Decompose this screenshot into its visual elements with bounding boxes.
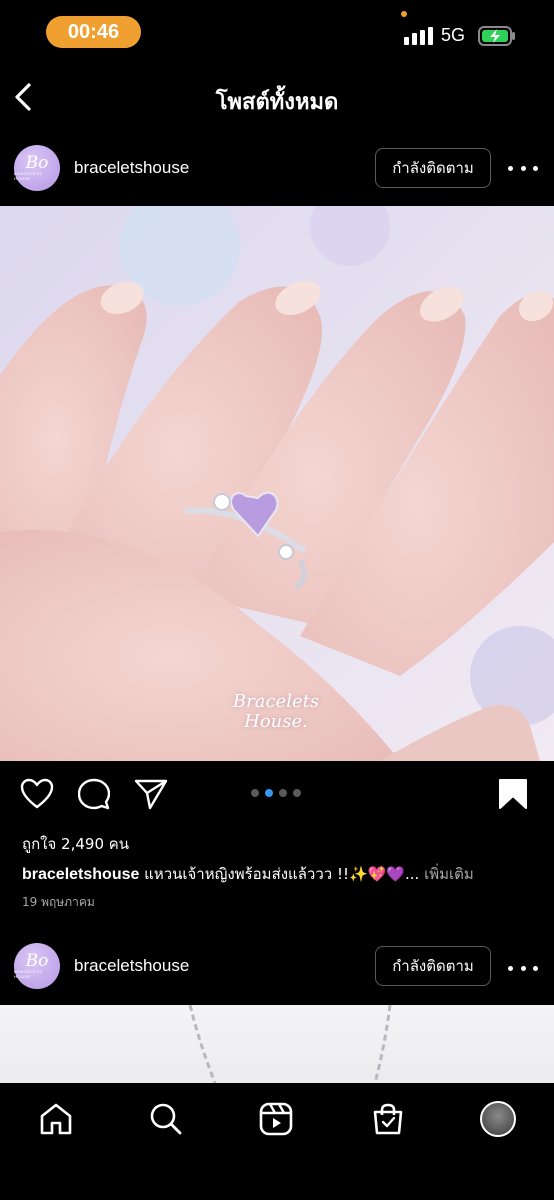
nav-profile[interactable]	[478, 1099, 518, 1139]
post-header: Bo BRACELETS HOUSE braceletshouse กำลังต…	[0, 930, 554, 1006]
cellular-signal-icon	[404, 27, 433, 45]
heart-icon[interactable]	[20, 778, 54, 810]
dot-icon	[533, 965, 538, 971]
reels-icon	[259, 1102, 293, 1136]
bottom-navigation	[0, 1083, 554, 1200]
avatar[interactable]: Bo BRACELETS HOUSE	[14, 943, 60, 989]
status-time: 00:46	[46, 16, 141, 48]
post-date: 19 พฤษภาคม	[22, 895, 95, 909]
dot-icon	[520, 165, 526, 171]
avatar-monogram: Bo	[25, 153, 49, 173]
caption-username[interactable]: braceletshouse	[22, 866, 139, 883]
post-caption: braceletshouse แหวนเจ้าหญิงพร้อมส่งแล้วว…	[22, 862, 542, 886]
avatar-caption: BRACELETS HOUSE	[14, 171, 43, 181]
post-photo[interactable]	[0, 206, 554, 761]
dot-icon	[508, 965, 513, 971]
post-actions	[0, 762, 554, 826]
privacy-indicator-dot	[401, 11, 407, 17]
more-options-button[interactable]	[508, 958, 538, 978]
following-button[interactable]: กำลังติดตาม	[375, 148, 491, 188]
nav-search[interactable]	[146, 1099, 186, 1139]
bookmark-icon[interactable]	[498, 778, 528, 810]
nav-shop[interactable]	[368, 1099, 408, 1139]
carousel-dot	[251, 789, 259, 797]
caption-text: แหวนเจ้าหญิงพร้อมส่งแล้ววว !!✨💖💜...	[139, 865, 425, 883]
hand-with-ring-image	[0, 206, 554, 761]
avatar[interactable]: Bo BRACELETS HOUSE	[14, 145, 60, 191]
dot-icon	[520, 965, 526, 971]
carousel-dot	[279, 789, 287, 797]
more-options-button[interactable]	[508, 158, 538, 178]
carousel-dot	[293, 789, 301, 797]
dot-icon	[533, 165, 538, 171]
carousel-indicator	[251, 789, 301, 797]
page-title: โพสต์ทั้งหมด	[215, 90, 339, 115]
search-icon	[150, 1103, 182, 1135]
following-button[interactable]: กำลังติดตาม	[375, 946, 491, 986]
battery-charging-icon	[478, 26, 515, 46]
nav-reels[interactable]	[256, 1099, 296, 1139]
send-icon[interactable]	[134, 778, 168, 810]
home-icon	[40, 1103, 72, 1135]
nav-home[interactable]	[36, 1099, 76, 1139]
profile-avatar	[480, 1101, 516, 1137]
avatar-monogram: Bo	[25, 951, 49, 971]
carousel-dot-active	[265, 789, 273, 797]
comment-icon[interactable]	[78, 778, 110, 810]
network-type: 5G	[441, 25, 466, 45]
post-username[interactable]: braceletshouse	[74, 158, 189, 178]
post-username[interactable]: braceletshouse	[74, 956, 189, 976]
top-header: โพสต์ทั้งหมด	[0, 62, 554, 132]
avatar-caption: BRACELETS HOUSE	[14, 969, 43, 979]
like-count[interactable]: ถูกใจ 2,490 คน	[22, 832, 129, 856]
status-bar: 00:46 5G	[0, 0, 554, 62]
dot-icon	[508, 165, 513, 171]
post-photo[interactable]	[0, 1005, 554, 1083]
shop-icon	[373, 1103, 403, 1135]
caption-more-link[interactable]: เพิ่มเติม	[424, 865, 474, 883]
post-header: Bo BRACELETS HOUSE braceletshouse กำลังต…	[0, 132, 554, 208]
chain-necklace-image	[188, 1005, 392, 1083]
